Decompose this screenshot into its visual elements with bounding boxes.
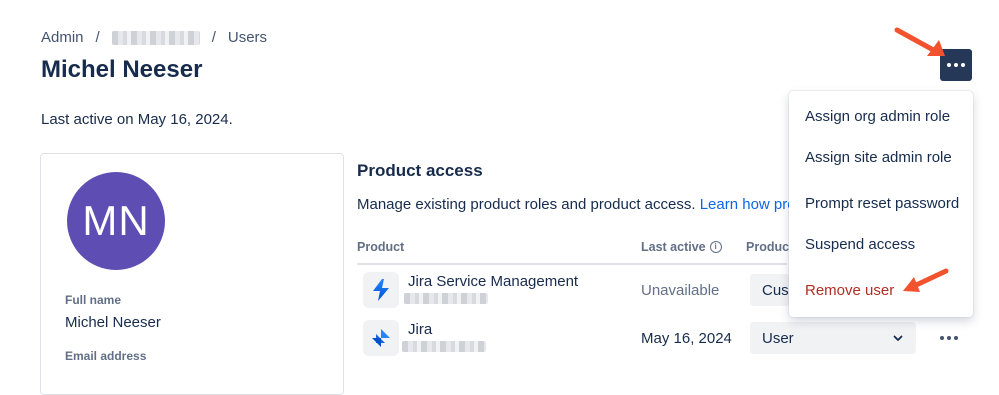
column-header-last-active: Last active i — [641, 240, 722, 254]
last-active-text: Last active on May 16, 2024. — [41, 111, 233, 128]
column-header-product: Product — [357, 240, 405, 254]
full-name-label: Full name — [65, 293, 122, 307]
product-name: Jira Service Management — [408, 273, 579, 290]
jira-icon — [363, 320, 399, 356]
chevron-down-icon — [893, 335, 903, 341]
page-title: Michel Neeser — [41, 56, 203, 83]
menu-item-suspend-access[interactable]: Suspend access — [805, 236, 915, 253]
learn-how-link[interactable]: Learn how pro — [700, 196, 796, 213]
full-name-value: Michel Neeser — [65, 314, 161, 331]
more-actions-button[interactable] — [940, 49, 972, 81]
breadcrumb-redacted-org[interactable] — [111, 30, 200, 45]
avatar: MN — [67, 172, 165, 270]
product-url-redacted — [402, 341, 486, 352]
menu-item-remove-user[interactable]: Remove user — [805, 282, 894, 299]
more-icon — [947, 63, 951, 67]
jira-service-management-icon — [363, 272, 399, 308]
product-url-redacted — [404, 293, 488, 304]
breadcrumb-users[interactable]: Users — [228, 29, 267, 46]
role-select[interactable]: User — [750, 322, 916, 354]
role-select-value: Cus — [762, 281, 789, 299]
breadcrumb: Admin / / Users — [41, 29, 267, 46]
email-label: Email address — [65, 349, 147, 363]
row-more-button[interactable] — [936, 331, 962, 345]
last-active-value: May 16, 2024 — [641, 330, 732, 347]
product-name: Jira — [408, 321, 433, 338]
breadcrumb-admin[interactable]: Admin — [41, 29, 84, 46]
product-access-description-text: Manage existing product roles and produc… — [357, 196, 696, 213]
column-header-role: Produc — [746, 240, 790, 254]
column-header-last-active-label: Last active — [641, 240, 706, 254]
breadcrumb-separator: / — [95, 29, 100, 46]
menu-item-assign-site-admin[interactable]: Assign site admin role — [805, 149, 952, 166]
menu-item-assign-org-admin[interactable]: Assign org admin role — [805, 108, 950, 125]
role-select[interactable]: Cus — [750, 274, 790, 306]
role-select-value: User — [762, 329, 794, 347]
product-access-title: Product access — [357, 161, 483, 180]
last-active-value: Unavailable — [641, 282, 720, 299]
table-header-divider — [357, 263, 787, 265]
more-icon — [940, 336, 944, 340]
table-row — [363, 320, 399, 356]
breadcrumb-separator: / — [211, 29, 216, 46]
actions-menu: Assign org admin role Assign site admin … — [789, 91, 973, 317]
menu-item-prompt-reset-password[interactable]: Prompt reset password — [805, 195, 959, 212]
product-access-description: Manage existing product roles and produc… — [357, 196, 796, 213]
profile-card: MN Full name Michel Neeser Email address — [40, 153, 344, 395]
table-row — [363, 272, 399, 308]
info-icon[interactable]: i — [709, 241, 722, 253]
